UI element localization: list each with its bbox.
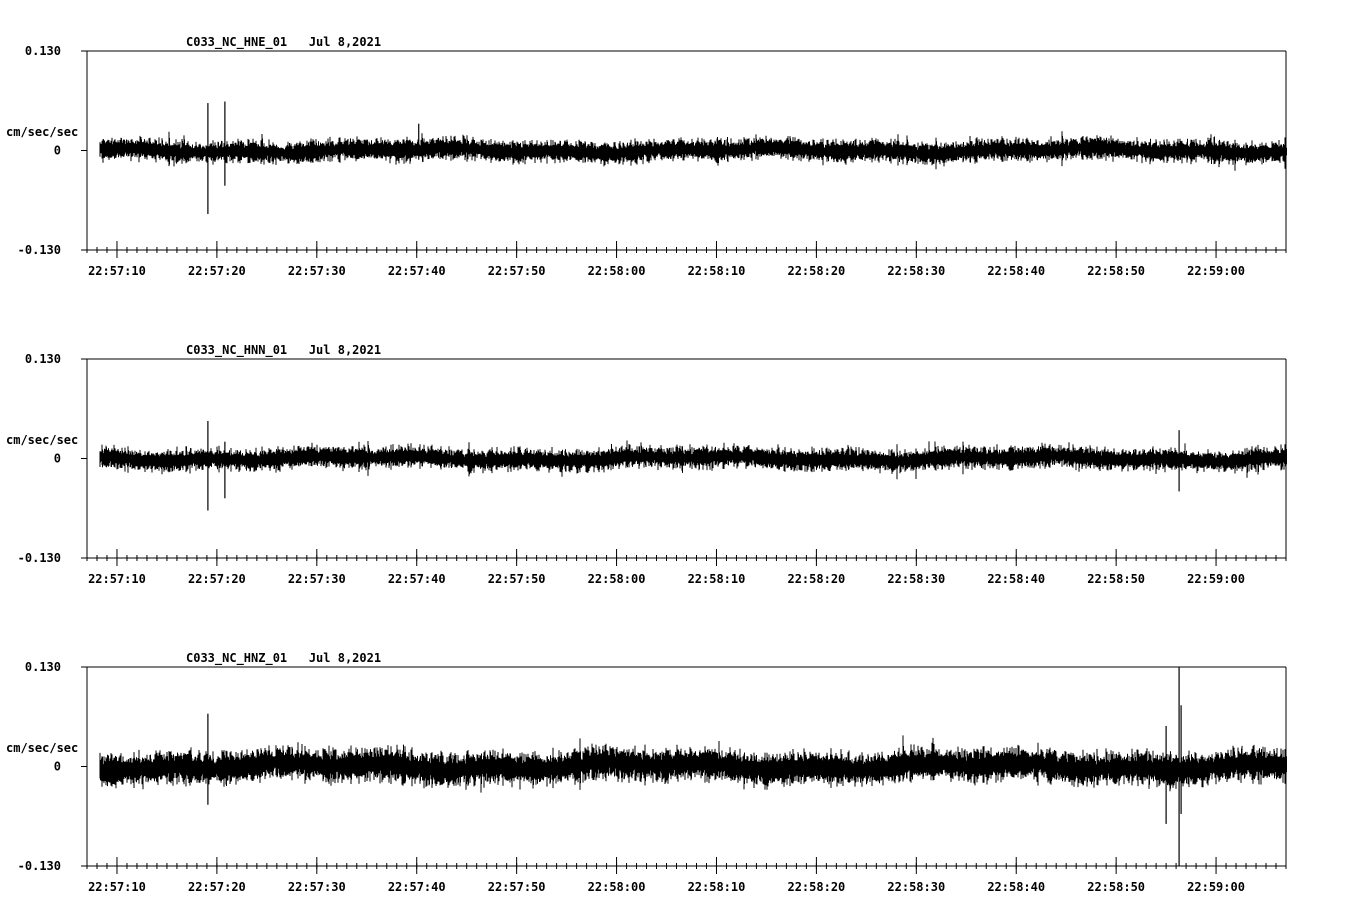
y-tick-label: 0.130: [25, 44, 61, 58]
y-tick-label: 0: [54, 452, 61, 466]
x-tick-label: 22:57:40: [388, 264, 446, 278]
x-tick-label: 22:58:00: [588, 264, 646, 278]
x-tick-label: 22:58:30: [887, 264, 945, 278]
x-tick-label: 22:57:10: [88, 572, 146, 586]
x-tick-label: 22:57:30: [288, 880, 346, 894]
x-tick-label: 22:58:40: [987, 264, 1045, 278]
y-tick-label: 0: [54, 144, 61, 158]
x-tick-label: 22:58:00: [588, 880, 646, 894]
x-tick-label: 22:58:40: [987, 572, 1045, 586]
x-tick-label: 22:58:20: [787, 264, 845, 278]
x-tick-label: 22:58:10: [688, 880, 746, 894]
y-axis-label: cm/sec/sec: [6, 125, 78, 139]
x-tick-label: 22:58:10: [688, 264, 746, 278]
y-tick-label: -0.130: [18, 551, 61, 565]
seismogram-figure: 0.130 0 -0.130 cm/sec/sec C033_NC_HNE_01 Jul…: [0, 0, 1358, 924]
x-tick-label: 22:57:50: [488, 572, 546, 586]
x-tick-label: 22:57:40: [388, 572, 446, 586]
panel-title: C033_NC_HNE_01 Jul 8,2021: [186, 35, 381, 50]
x-tick-label: 22:57:40: [388, 880, 446, 894]
x-tick-label: 22:57:10: [88, 264, 146, 278]
x-tick-label: 22:58:20: [787, 572, 845, 586]
x-tick-label: 22:58:20: [787, 880, 845, 894]
panel-title: C033_NC_HNN_01 Jul 8,2021: [186, 343, 381, 358]
x-tick-label: 22:57:50: [488, 264, 546, 278]
y-axis-label: cm/sec/sec: [6, 433, 78, 447]
panel-title: C033_NC_HNZ_01 Jul 8,2021: [186, 651, 381, 666]
x-tick-label: 22:57:30: [288, 572, 346, 586]
x-tick-label: 22:57:20: [188, 880, 246, 894]
x-tick-label: 22:57:50: [488, 880, 546, 894]
y-tick-label: 0: [54, 760, 61, 774]
y-tick-label: 0.130: [25, 352, 61, 366]
x-tick-label: 22:57:10: [88, 880, 146, 894]
x-tick-label: 22:58:30: [887, 572, 945, 586]
x-tick-label: 22:58:50: [1087, 572, 1145, 586]
x-tick-label: 22:58:50: [1087, 880, 1145, 894]
x-tick-label: 22:59:00: [1187, 572, 1245, 586]
x-tick-label: 22:57:20: [188, 572, 246, 586]
x-tick-label: 22:59:00: [1187, 880, 1245, 894]
x-tick-label: 22:58:40: [987, 880, 1045, 894]
x-tick-label: 22:57:20: [188, 264, 246, 278]
x-tick-label: 22:59:00: [1187, 264, 1245, 278]
y-tick-label: -0.130: [18, 243, 61, 257]
y-axis-label: cm/sec/sec: [6, 741, 78, 755]
x-tick-label: 22:58:30: [887, 880, 945, 894]
y-tick-label: 0.130: [25, 660, 61, 674]
x-tick-label: 22:58:50: [1087, 264, 1145, 278]
x-tick-label: 22:58:10: [688, 572, 746, 586]
x-tick-label: 22:57:30: [288, 264, 346, 278]
y-tick-label: -0.130: [18, 859, 61, 873]
x-tick-label: 22:58:00: [588, 572, 646, 586]
